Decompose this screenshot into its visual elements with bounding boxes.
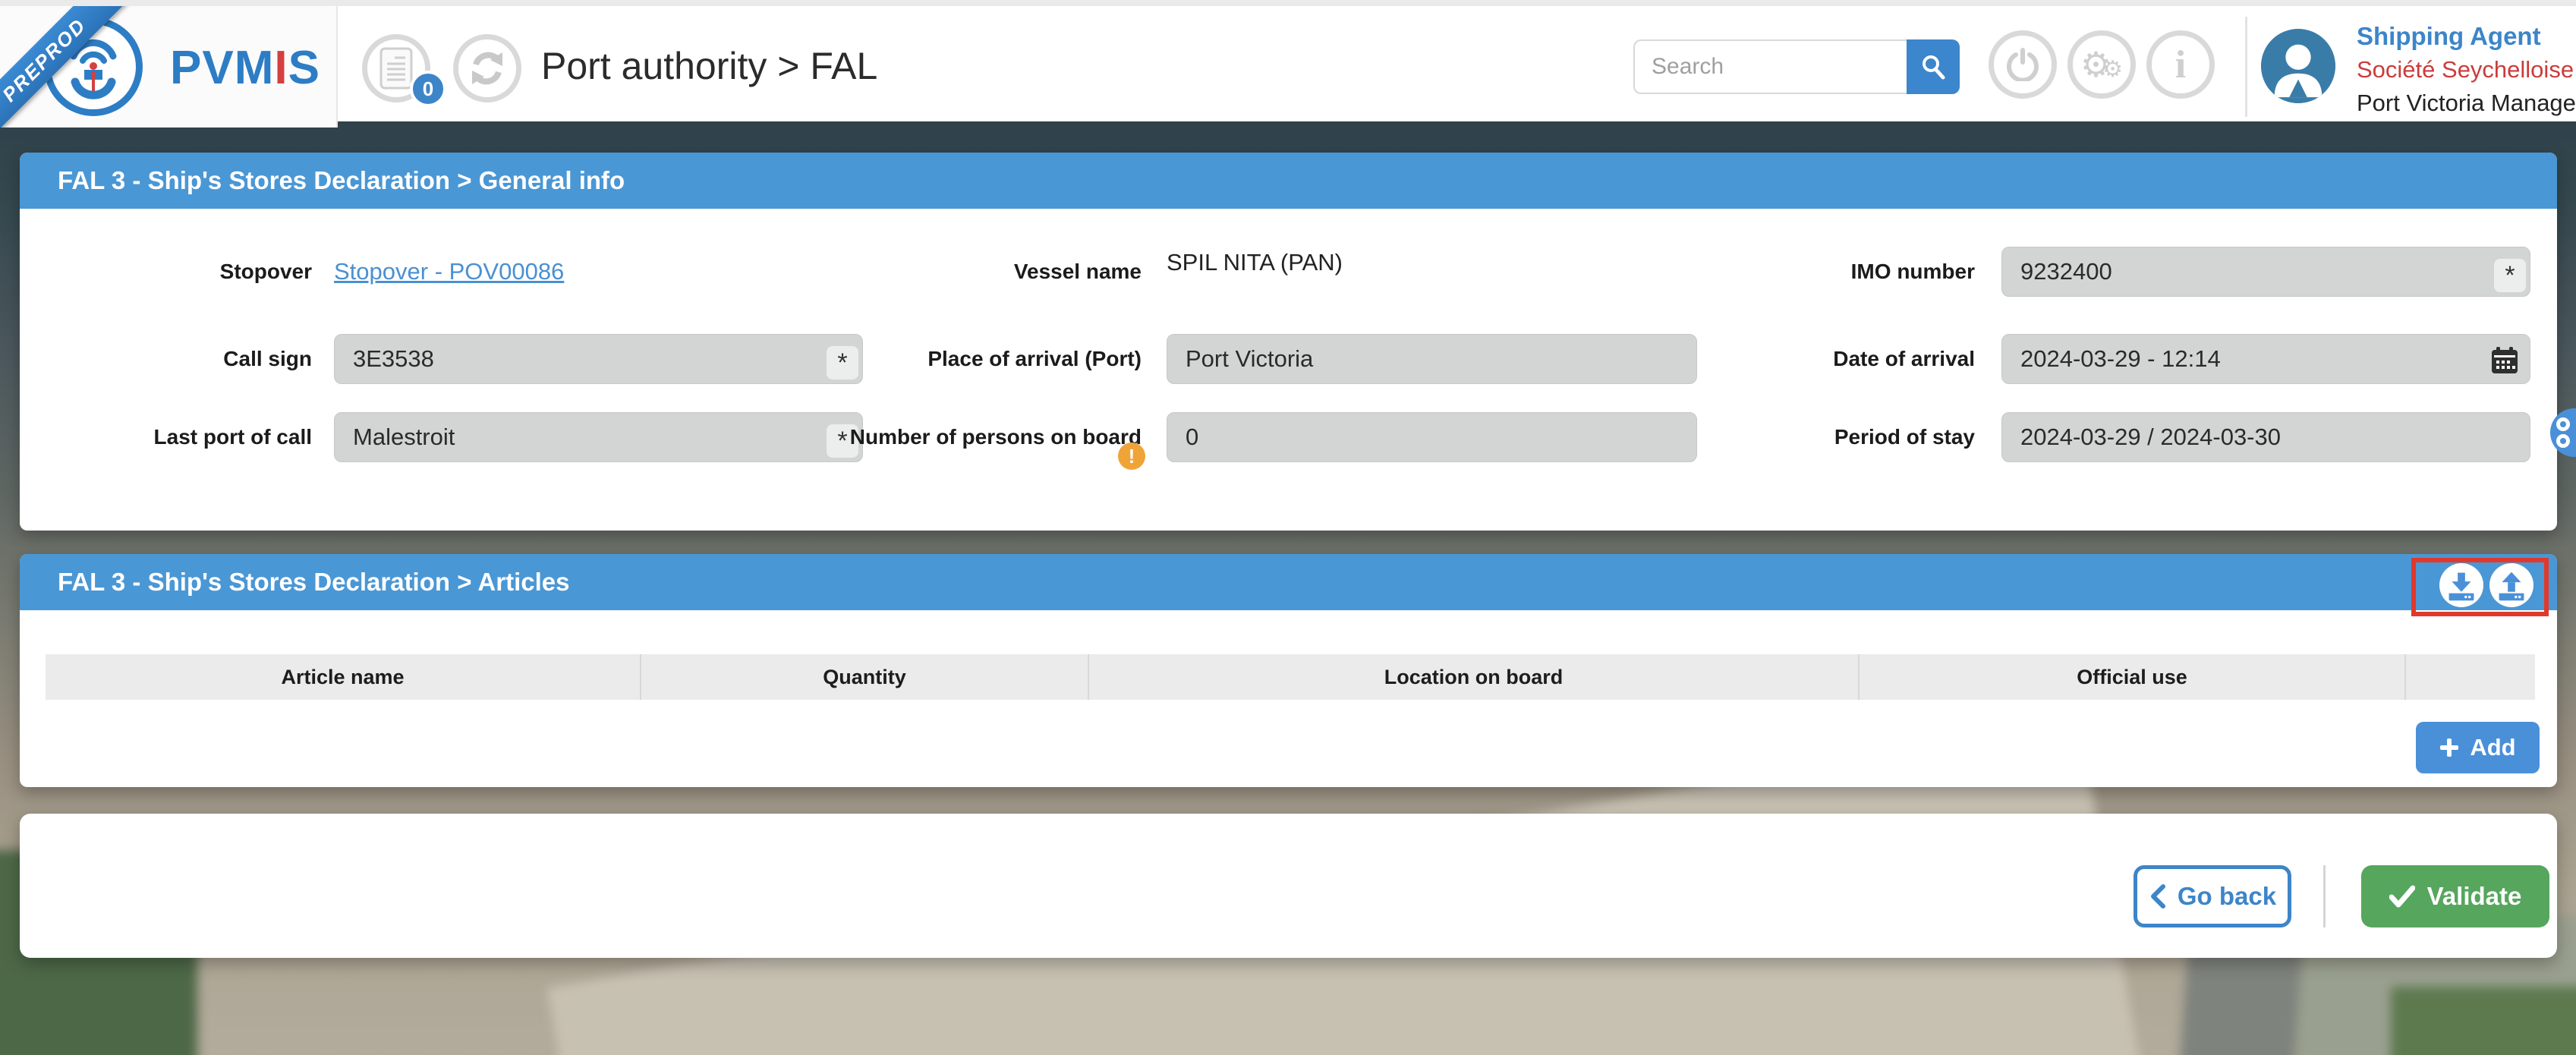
calendar-icon[interactable] xyxy=(2490,346,2519,381)
general-info-section: FAL 3 - Ship's Stores Declaration > Gene… xyxy=(20,153,2557,531)
column-location-on-board: Location on board xyxy=(1089,654,1860,700)
user-organization: Port Victoria Managemen xyxy=(2357,87,2576,120)
last-port-of-call-value: Malestroit xyxy=(353,424,455,451)
chevron-left-icon xyxy=(2149,883,2167,909)
column-official-use: Official use xyxy=(1860,654,2406,700)
upload-articles-button[interactable] xyxy=(2489,563,2533,607)
validate-label: Validate xyxy=(2427,882,2522,911)
footer-action-bar: Go back Validate xyxy=(20,814,2557,958)
stopover-label: Stopover xyxy=(43,247,312,297)
column-actions xyxy=(2406,654,2535,700)
go-back-label: Go back xyxy=(2178,882,2276,911)
period-of-stay-label: Period of stay xyxy=(1576,412,1975,462)
general-info-title: FAL 3 - Ship's Stores Declaration > Gene… xyxy=(58,166,625,195)
user-role: Shipping Agent xyxy=(2357,20,2576,53)
warning-icon: ! xyxy=(1118,442,1145,470)
add-button-label: Add xyxy=(2470,734,2515,761)
person-icon xyxy=(2261,29,2335,103)
persons-on-board-value: 0 xyxy=(1186,424,1198,451)
search-bar xyxy=(1633,39,1960,94)
search-button[interactable] xyxy=(1907,39,1960,94)
info-button[interactable]: i xyxy=(2146,30,2215,99)
user-avatar[interactable] xyxy=(2261,29,2335,103)
period-of-stay-value: 2024-03-29 / 2024-03-30 xyxy=(2020,424,2281,451)
call-sign-value: 3E3538 xyxy=(353,345,434,373)
last-port-of-call-label: Last port of call xyxy=(43,412,312,462)
imo-number-label: IMO number xyxy=(1576,247,1975,297)
required-asterisk: * xyxy=(2494,259,2526,292)
footer-divider xyxy=(2323,865,2326,927)
place-of-arrival-label: Place of arrival (Port) xyxy=(741,334,1142,384)
persons-on-board-label: Number of persons on board xyxy=(741,412,1142,462)
search-input[interactable] xyxy=(1633,39,1907,94)
date-of-arrival-value: 2024-03-29 - 12:14 xyxy=(2020,345,2221,373)
imo-number-value: 9232400 xyxy=(2020,258,2112,285)
check-icon xyxy=(2389,885,2415,908)
header-divider xyxy=(2245,17,2247,117)
info-icon: i xyxy=(2175,43,2186,87)
add-article-button[interactable]: Add xyxy=(2416,722,2540,773)
date-of-arrival-input[interactable]: 2024-03-29 - 12:14 xyxy=(2001,334,2530,384)
period-of-stay-input[interactable]: 2024-03-29 / 2024-03-30 xyxy=(2001,412,2530,462)
widget-ring-icon xyxy=(2556,417,2570,431)
go-back-button[interactable]: Go back xyxy=(2134,865,2291,927)
refresh-button[interactable] xyxy=(453,34,521,102)
gears-icon: ⚙⚙ xyxy=(2080,47,2123,82)
queue-count-badge: 0 xyxy=(410,71,446,107)
document-icon xyxy=(379,47,413,90)
place-of-arrival-value: Port Victoria xyxy=(1186,345,1313,373)
column-quantity: Quantity xyxy=(641,654,1089,700)
download-icon xyxy=(2439,563,2483,607)
vessel-name-label: Vessel name xyxy=(741,247,1142,297)
widget-ring-icon xyxy=(2556,434,2570,448)
plus-icon xyxy=(2439,738,2459,757)
general-info-header: FAL 3 - Ship's Stores Declaration > Gene… xyxy=(20,153,2557,209)
stopover-link[interactable]: Stopover - POV00086 xyxy=(334,258,564,285)
search-icon xyxy=(1919,53,1947,80)
call-sign-label: Call sign xyxy=(43,334,312,384)
page-title: Port authority > FAL xyxy=(541,44,877,88)
articles-section: FAL 3 - Ship's Stores Declaration > Arti… xyxy=(20,554,2557,787)
download-articles-button[interactable] xyxy=(2439,563,2483,607)
settings-button[interactable]: ⚙⚙ xyxy=(2067,30,2136,99)
date-of-arrival-label: Date of arrival xyxy=(1576,334,1975,384)
pvmis-wordmark: PVMIS xyxy=(170,41,320,95)
validate-button[interactable]: Validate xyxy=(2361,865,2549,927)
articles-title: FAL 3 - Ship's Stores Declaration > Arti… xyxy=(58,568,570,597)
column-article-name: Article name xyxy=(46,654,641,700)
user-info-block[interactable]: Shipping Agent Société Seychelloise De P… xyxy=(2357,20,2576,120)
vessel-name-value: SPIL NITA (PAN) xyxy=(1167,238,1343,288)
articles-header: FAL 3 - Ship's Stores Declaration > Arti… xyxy=(20,554,2557,610)
articles-table-header: Article name Quantity Location on board … xyxy=(46,654,2535,700)
logo-panel: PVMIS PREPROD xyxy=(0,6,338,128)
refresh-icon xyxy=(468,49,506,87)
power-icon xyxy=(2006,48,2039,81)
logout-button[interactable] xyxy=(1989,30,2057,99)
user-company: Société Seychelloise De xyxy=(2357,53,2576,87)
upload-icon xyxy=(2489,563,2533,607)
top-header-bar: PVMIS PREPROD 0 Port authority > FAL xyxy=(0,0,2576,121)
imo-number-input[interactable]: 9232400 * xyxy=(2001,247,2530,297)
